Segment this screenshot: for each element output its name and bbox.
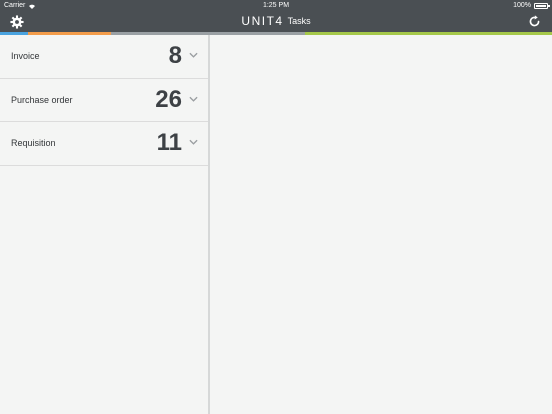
task-row-invoice[interactable]: Invoice 8: [0, 35, 208, 79]
battery-percent: 100%: [513, 2, 531, 9]
battery-icon: [534, 2, 550, 9]
task-label: Purchase order: [11, 94, 73, 105]
task-list: Invoice 8 Purchase order 26 Requisition …: [0, 35, 210, 414]
refresh-icon[interactable]: [528, 15, 541, 28]
task-row-requisition[interactable]: Requisition 11: [0, 122, 208, 166]
nav-bar: UNIT4 Tasks: [0, 11, 552, 32]
unit4-logo: UNIT4: [241, 14, 284, 28]
task-count: 11: [156, 129, 182, 157]
chevron-down-icon[interactable]: [189, 96, 198, 103]
task-row-purchase-order[interactable]: Purchase order 26: [0, 79, 208, 122]
nav-title: UNIT4 Tasks: [0, 14, 552, 28]
page-title: Tasks: [287, 16, 311, 26]
task-count: 26: [155, 85, 182, 113]
chevron-down-icon[interactable]: [189, 52, 198, 59]
status-right: 100%: [513, 2, 550, 9]
chevron-down-icon[interactable]: [189, 139, 198, 146]
task-label: Requisition: [11, 138, 56, 149]
detail-pane: [212, 35, 552, 414]
task-label: Invoice: [11, 51, 40, 62]
task-count: 8: [168, 42, 182, 70]
status-bar: Carrier 1:25 PM 100%: [0, 0, 552, 11]
status-time: 1:25 PM: [262, 2, 290, 9]
